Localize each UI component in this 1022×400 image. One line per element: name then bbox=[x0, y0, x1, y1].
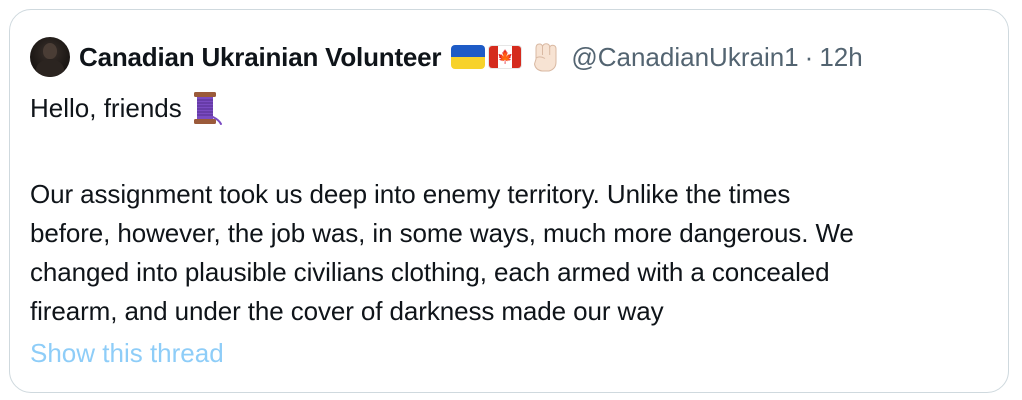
tweet-body-line: changed into plausible civilians clothin… bbox=[30, 257, 830, 287]
tweet-body-line: before, however, the job was, in some wa… bbox=[30, 218, 854, 248]
tweet-greeting: Hello, friends bbox=[30, 90, 224, 126]
author-display-name[interactable]: Canadian Ukrainian Volunteer bbox=[79, 42, 442, 73]
thread-spool-icon bbox=[193, 92, 222, 125]
tweet-header: Canadian Ukrainian Volunteer 🍁 @Canadian… bbox=[30, 34, 863, 80]
tweet-timestamp[interactable]: 12h bbox=[819, 42, 862, 73]
tweet-body-line: firearm, and under the cover of darkness… bbox=[30, 296, 664, 326]
ukraine-flag-icon bbox=[451, 45, 486, 69]
tweet-body: Our assignment took us deep into enemy t… bbox=[30, 175, 990, 331]
avatar[interactable] bbox=[30, 37, 70, 77]
greeting-text: Hello, friends bbox=[30, 93, 182, 123]
meta-separator: · bbox=[804, 41, 814, 72]
name-badges: 🍁 bbox=[451, 39, 563, 75]
tweet-body-line: Our assignment took us deep into enemy t… bbox=[30, 179, 791, 209]
canada-flag-icon: 🍁 bbox=[488, 45, 523, 69]
show-thread-link[interactable]: Show this thread bbox=[30, 338, 224, 369]
author-handle[interactable]: @CanadianUkrain1 bbox=[571, 42, 798, 73]
raised-fist-icon bbox=[534, 43, 557, 72]
maple-leaf-icon: 🍁 bbox=[497, 49, 514, 65]
tweet-card[interactable]: Canadian Ukrainian Volunteer 🍁 @Canadian… bbox=[9, 9, 1009, 393]
